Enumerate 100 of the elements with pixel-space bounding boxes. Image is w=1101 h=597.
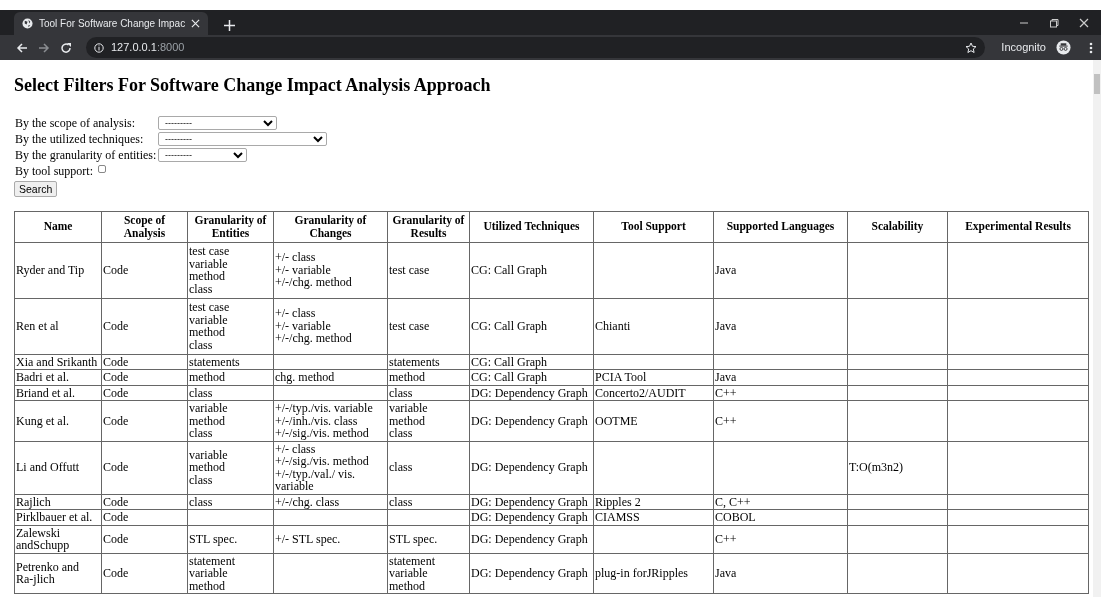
table-cell: DG: Dependency Graph	[469, 509, 594, 525]
table-cell: test case	[387, 298, 470, 354]
table-cell: Code	[101, 494, 188, 510]
table-cell: DG: Dependency Graph	[469, 494, 594, 510]
dropdown[interactable]: ---------	[158, 116, 277, 130]
table-cell: T:O(m3n2)	[847, 441, 948, 494]
table-cell: Rajlich	[14, 494, 102, 510]
table-cell: Pirklbauer et al.	[14, 509, 102, 525]
column-header: Utilized Techniques	[469, 211, 594, 242]
table-cell: +/- STL spec.	[273, 525, 388, 553]
table-cell: C++	[713, 385, 848, 401]
page-heading: Select Filters For Software Change Impact Analysis Approach	[14, 75, 492, 96]
table-cell: Code	[101, 354, 188, 370]
address-bar[interactable]: 127.0.0.1:8000	[86, 37, 986, 58]
table-cell: Badri et al.	[14, 369, 102, 385]
profile-label[interactable]: Incognito	[1001, 39, 1046, 56]
table-cell: DG: Dependency Graph	[469, 525, 594, 553]
table-cell: DG: Dependency Graph	[469, 553, 594, 594]
table-cell: class	[387, 441, 470, 494]
table-cell: Briand et al.	[14, 385, 102, 401]
table-cell: class	[387, 385, 470, 401]
forward-icon[interactable]	[38, 41, 50, 54]
table-cell: statement variable method	[387, 553, 470, 594]
table-cell: statements	[187, 354, 274, 370]
table-cell: Code	[101, 441, 188, 494]
table-cell: Code	[101, 509, 188, 525]
new-tab-icon[interactable]	[224, 20, 236, 31]
table-cell: variable method class	[387, 400, 470, 441]
table-cell: Code	[101, 298, 188, 354]
table-cell: statement variable method	[187, 553, 274, 594]
table-cell: Kung et al.	[14, 400, 102, 441]
table-cell: method	[187, 369, 274, 385]
table-cell: Code	[101, 385, 188, 401]
table-cell: DG: Dependency Graph	[469, 441, 594, 494]
filter-label: By the granularity of entities:	[15, 147, 158, 164]
table-cell: STL spec.	[387, 525, 470, 553]
column-header: Supported Languages	[713, 211, 848, 242]
column-header: Name	[14, 211, 102, 242]
column-header: Granularity of Changes	[273, 211, 388, 242]
dropdown[interactable]: ---------	[158, 132, 327, 146]
column-header: Scalability	[847, 211, 948, 242]
column-header: Experimental Results	[947, 211, 1089, 242]
back-icon[interactable]	[16, 41, 28, 54]
table-cell: class	[387, 494, 470, 510]
filter-label: By tool support:	[15, 163, 93, 180]
table-cell: PCIA Tool	[593, 369, 714, 385]
column-header: Tool Support	[593, 211, 714, 242]
table-cell: test case variable method class	[187, 298, 274, 354]
table-cell: method	[387, 369, 470, 385]
table-cell: Ryder and Tip	[14, 242, 102, 298]
table-cell: Java	[713, 242, 848, 298]
table-cell: Li and Offutt	[14, 441, 102, 494]
dropdown[interactable]: ---------	[158, 148, 247, 162]
table-cell: CG: Call Graph	[469, 369, 594, 385]
browser-tab[interactable]: Tool For Software Change Impac	[14, 12, 209, 35]
table-cell: Concerto2/AUDIT	[593, 385, 714, 401]
table-cell: +/- class +/- variable +/-/chg. method	[273, 242, 388, 298]
table-cell: Code	[101, 369, 188, 385]
close-icon[interactable]	[191, 19, 201, 28]
table-cell: +/- class +/-/sig./vis. method +/-/typ./val./ vis. variable	[273, 441, 388, 494]
table-cell: COBOL	[713, 509, 848, 525]
restore-icon[interactable]	[1049, 17, 1059, 28]
table-cell: Ren et al	[14, 298, 102, 354]
table-cell: OOTME	[593, 400, 714, 441]
column-header: Granularity of Entities	[187, 211, 274, 242]
table-cell: STL spec.	[187, 525, 274, 553]
filter-label: By the scope of analysis:	[15, 115, 136, 132]
info-icon	[94, 42, 104, 53]
search-button[interactable]: Search	[14, 181, 58, 197]
table-cell: Zalewski andSchupp	[14, 525, 102, 553]
table-cell: Chianti	[593, 298, 714, 354]
table-cell: Xia and Srikanth	[14, 354, 102, 370]
column-header: Granularity of Results	[387, 211, 470, 242]
table-cell: variable method class	[187, 441, 274, 494]
close-icon[interactable]	[1079, 17, 1089, 28]
table-cell: Code	[101, 242, 188, 298]
checkbox[interactable]	[98, 164, 106, 173]
table-cell: +/-/chg. class	[273, 494, 388, 510]
table-cell: CG: Call Graph	[469, 298, 594, 354]
table-cell: DG: Dependency Graph	[469, 400, 594, 441]
incognito-icon[interactable]	[1056, 40, 1071, 55]
table-cell: Code	[101, 525, 188, 553]
table-cell: plug-in forJRipples	[593, 553, 714, 594]
reload-icon[interactable]	[60, 41, 72, 54]
table-cell: Code	[101, 400, 188, 441]
star-icon[interactable]	[965, 41, 978, 54]
table-cell: C++	[713, 400, 848, 441]
table-cell: test case variable method class	[187, 242, 274, 298]
table-cell: CG: Call Graph	[469, 354, 594, 370]
table-cell: CIAMSS	[593, 509, 714, 525]
table-cell: +/-/typ./vis. variable +/-/inh./vis. class +/-/sig./vis. method	[273, 400, 388, 441]
table-cell: DG: Dependency Graph	[469, 385, 594, 401]
table-cell: C++	[713, 525, 848, 553]
url-text: 127.0.0.1:8000	[111, 40, 185, 56]
table-cell: Ripples 2	[593, 494, 714, 510]
table-cell: CG: Call Graph	[469, 242, 594, 298]
table-cell: class	[187, 385, 274, 401]
column-header: Scope of Analysis	[101, 211, 188, 242]
menu-icon[interactable]	[1089, 41, 1093, 54]
table-cell: chg. method	[273, 369, 388, 385]
